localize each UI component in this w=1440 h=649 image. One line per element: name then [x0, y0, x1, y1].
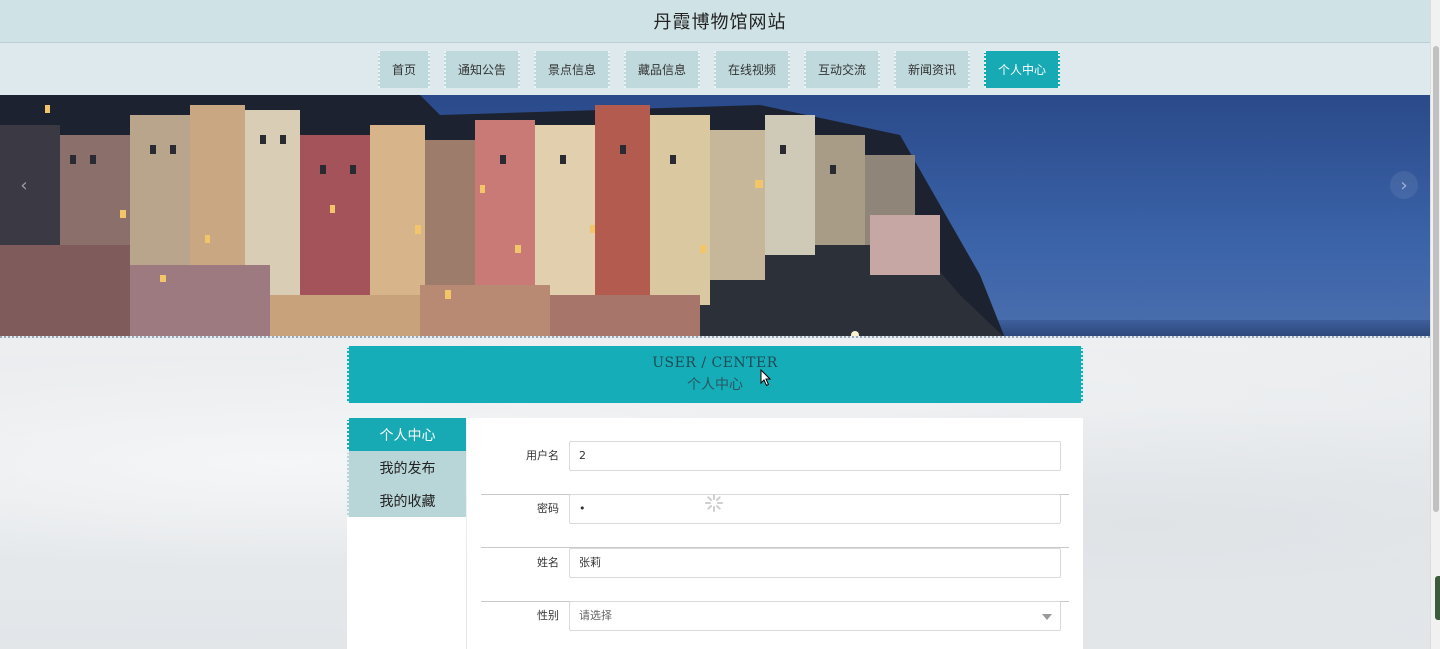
site-title: 丹霞博物馆网站: [653, 12, 787, 33]
page-scrollbar[interactable]: [1430, 0, 1440, 649]
nav-item-label: 个人中心: [998, 62, 1047, 77]
nav-item-label: 首页: [391, 62, 416, 77]
loading-spinner-icon: [705, 494, 723, 512]
nav-item-label: 互动交流: [818, 62, 867, 77]
nav-item-collections[interactable]: 藏品信息: [623, 50, 700, 88]
nav-item-user-center[interactable]: 个人中心: [984, 50, 1061, 88]
scrollbar-thumb[interactable]: [1433, 46, 1439, 512]
banner-next-button[interactable]: ›: [1390, 171, 1418, 199]
nav-item-notices[interactable]: 通知公告: [443, 50, 520, 88]
form-row-name: 姓名 张莉: [481, 548, 1069, 602]
gender-select-value: 请选择: [579, 609, 612, 622]
user-center-heading: USER / CENTER 个人中心: [347, 346, 1083, 403]
username-input[interactable]: 2: [569, 441, 1061, 471]
banner-carousel: ‹ ›: [0, 95, 1430, 338]
banner-prev-button[interactable]: ‹: [10, 171, 38, 199]
name-input[interactable]: 张莉: [569, 548, 1061, 578]
nav-item-label: 景点信息: [547, 62, 596, 77]
sidebar-item-my-posts[interactable]: 我的发布: [347, 451, 466, 484]
form-row-password: 密码 •: [481, 494, 1069, 548]
name-label: 姓名: [537, 556, 559, 569]
mouse-cursor-icon: [760, 369, 772, 387]
nav-item-label: 在线视频: [728, 62, 777, 77]
gender-label: 性别: [537, 609, 559, 622]
username-label: 用户名: [526, 449, 559, 462]
caret-down-icon: [1042, 614, 1052, 620]
password-label: 密码: [537, 502, 559, 515]
nav-item-news[interactable]: 新闻资讯: [894, 50, 971, 88]
sidebar-item-profile[interactable]: 个人中心: [347, 418, 466, 451]
side-float-tab[interactable]: [1435, 576, 1440, 620]
nav-item-label: 通知公告: [457, 62, 506, 77]
form-row-gender: 性别 请选择: [481, 601, 1069, 649]
heading-chinese: 个人中心: [687, 377, 743, 393]
nav-item-label: 新闻资讯: [908, 62, 957, 77]
main-nav: 首页 通知公告 景点信息 藏品信息 在线视频 互动交流 新闻资讯 个人中心: [0, 43, 1430, 95]
form-row-username: 用户名 2: [481, 441, 1069, 495]
banner-image: [0, 95, 1430, 336]
sidebar-item-label: 我的收藏: [379, 493, 436, 510]
sidebar-item-label: 我的发布: [379, 460, 436, 477]
profile-form: 用户名 2 密码 • 姓名 张莉 性别 请选择: [467, 418, 1083, 649]
sidebar-item-my-favorites[interactable]: 我的收藏: [347, 484, 466, 517]
nav-item-videos[interactable]: 在线视频: [714, 50, 791, 88]
nav-item-label: 藏品信息: [637, 62, 686, 77]
heading-english: USER / CENTER: [652, 355, 778, 371]
nav-item-attractions[interactable]: 景点信息: [533, 50, 610, 88]
gender-select[interactable]: 请选择: [569, 601, 1061, 631]
chevron-right-icon: ›: [1400, 174, 1408, 196]
password-input[interactable]: •: [569, 494, 1061, 524]
nav-item-home[interactable]: 首页: [377, 50, 430, 88]
sidebar-item-label: 个人中心: [379, 427, 436, 444]
nav-item-forum[interactable]: 互动交流: [804, 50, 881, 88]
chevron-left-icon: ‹: [20, 174, 28, 196]
site-header: 丹霞博物馆网站: [0, 0, 1430, 43]
user-center-sidebar: 个人中心 我的发布 我的收藏: [347, 418, 466, 649]
